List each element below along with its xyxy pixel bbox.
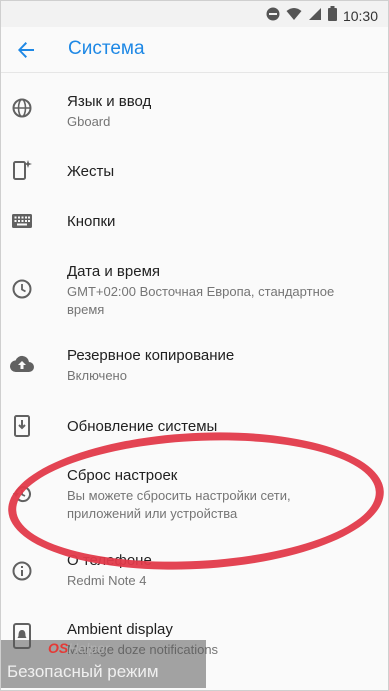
item-subtitle: Gboard xyxy=(67,114,111,129)
dnd-icon xyxy=(266,7,280,26)
signal-icon xyxy=(308,7,322,26)
item-title: Жесты xyxy=(67,163,115,180)
list-item-backup[interactable]: Резервное копирование Включено xyxy=(0,340,387,390)
list-item-buttons[interactable]: Кнопки xyxy=(0,200,387,240)
safe-mode-watermark: OSHelper Безопасный режим xyxy=(1,640,206,688)
item-title: Кнопки xyxy=(67,213,116,230)
battery-icon xyxy=(327,6,337,26)
gesture-phone-icon xyxy=(10,158,34,182)
item-title: Дата и время xyxy=(67,263,161,280)
list-item-date-time[interactable]: Дата и время GMT+02:00 Восточная Европа,… xyxy=(0,256,387,322)
item-subtitle: Redmi Note 4 xyxy=(67,573,147,588)
item-subtitle: GMT+02:00 Восточная Европа, стандартное … xyxy=(67,284,335,317)
keyboard-icon xyxy=(10,209,34,233)
list-item-gestures[interactable]: Жесты xyxy=(0,150,387,190)
item-title: Ambient display xyxy=(67,621,173,638)
item-title: Резервное копирование xyxy=(67,347,235,364)
system-update-icon xyxy=(10,414,34,438)
safe-mode-label: Безопасный режим xyxy=(7,662,159,681)
item-title: Язык и ввод xyxy=(67,93,152,110)
app-toolbar: Система xyxy=(1,27,388,73)
arrow-back-icon[interactable] xyxy=(13,37,39,63)
cloud-upload-icon xyxy=(10,352,34,376)
wifi-icon xyxy=(286,7,302,26)
watermark-brand: OSHelper xyxy=(48,640,110,656)
page-title: Система xyxy=(68,38,145,59)
list-item-language[interactable]: Язык и ввод Gboard xyxy=(0,86,387,136)
globe-icon xyxy=(10,96,34,120)
status-bar: 10:30 xyxy=(1,1,388,27)
info-icon xyxy=(10,559,34,583)
clock-icon xyxy=(10,277,34,301)
status-time: 10:30 xyxy=(342,8,378,24)
item-subtitle: Включено xyxy=(67,368,127,383)
